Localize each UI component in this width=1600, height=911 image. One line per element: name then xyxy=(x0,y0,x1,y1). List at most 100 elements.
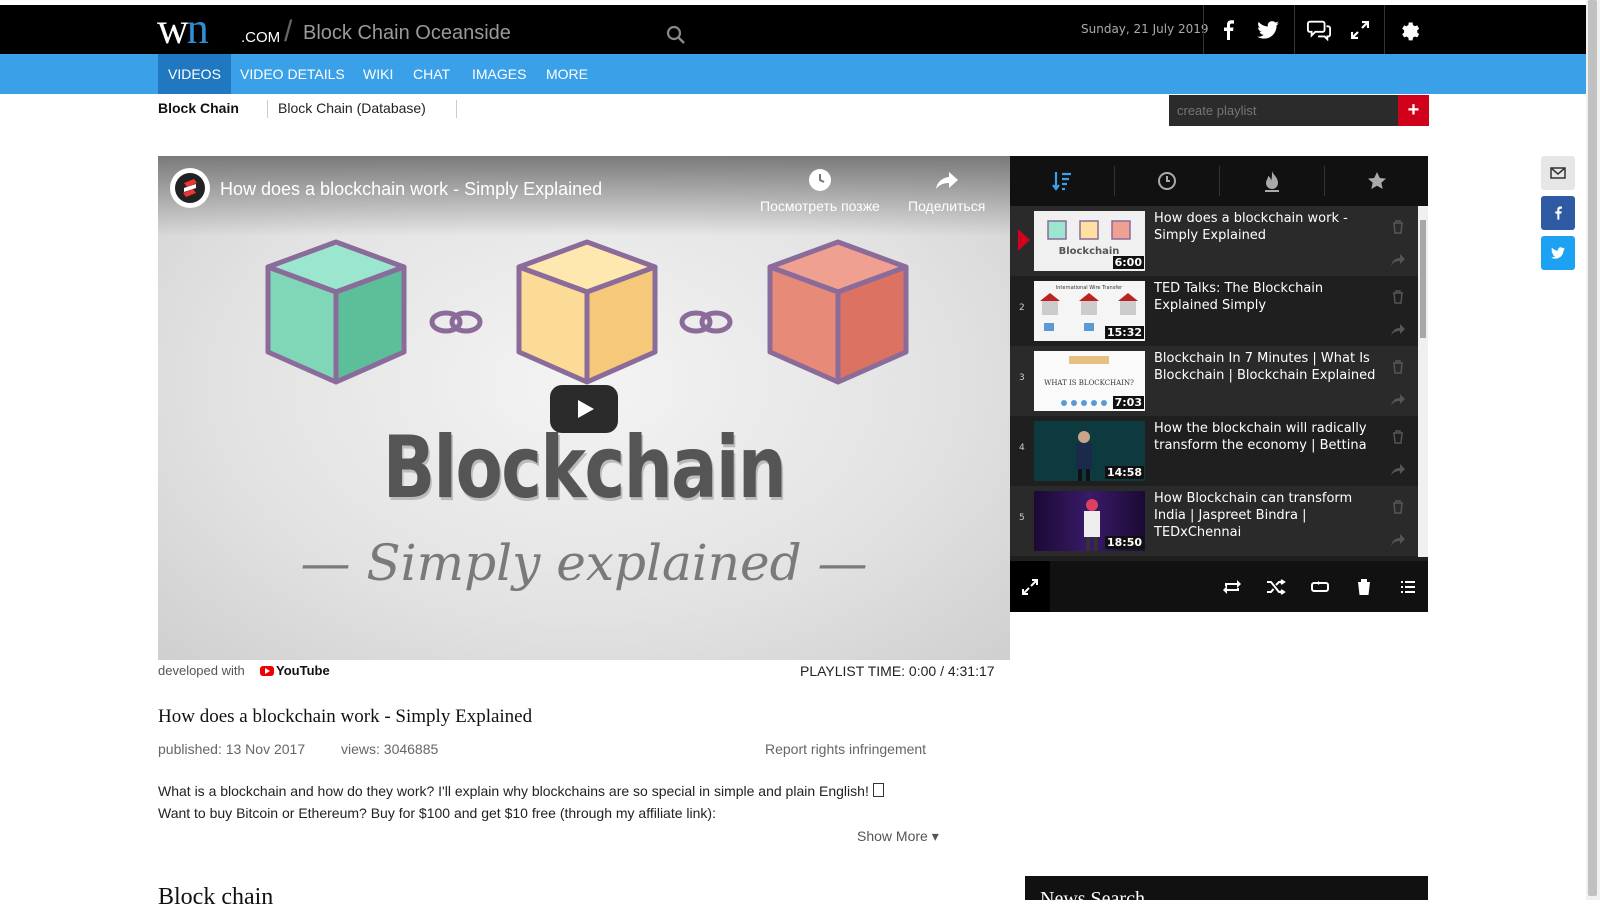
breadcrumb-block-chain[interactable]: Block Chain xyxy=(158,100,239,116)
video-duration: 18:50 xyxy=(1104,536,1144,549)
mail-icon xyxy=(1550,167,1566,179)
cube-red xyxy=(767,239,909,385)
shuffle-button[interactable] xyxy=(1264,575,1288,599)
thumb-text-1: Blockchain xyxy=(1059,246,1120,257)
wn-logo[interactable]: wn xyxy=(157,7,209,51)
video-duration: 6:00 xyxy=(1112,256,1144,269)
playlist-item-title[interactable]: How Blockchain can transform India | Jas… xyxy=(1154,490,1384,541)
trash-icon[interactable] xyxy=(1392,360,1404,374)
share-icon[interactable] xyxy=(1390,323,1406,337)
share-icon[interactable] xyxy=(1390,253,1406,267)
divider xyxy=(267,100,268,118)
logo-com: .COM xyxy=(241,29,281,46)
chat-icon[interactable] xyxy=(1307,18,1331,42)
main-nav: VIDEOS VIDEO DETAILS WIKI CHAT IMAGES MO… xyxy=(0,54,1586,94)
trash-icon[interactable] xyxy=(1392,500,1404,514)
video-player[interactable]: How does a blockchain work - Simply Expl… xyxy=(158,156,1010,660)
playlist-list: Blockchain 6:00 How does a blockchain wo… xyxy=(1010,206,1418,557)
sort-icon xyxy=(1052,172,1071,191)
twitter-share-button[interactable] xyxy=(1541,236,1575,270)
twitter-icon[interactable] xyxy=(1256,18,1280,42)
add-playlist-button[interactable]: + xyxy=(1398,95,1429,126)
youtube-logo[interactable]: YouTube xyxy=(260,663,330,678)
page-scrollbar-thumb[interactable] xyxy=(1588,0,1597,896)
emoji-placeholder-icon xyxy=(872,783,884,797)
loop-button[interactable] xyxy=(1308,575,1332,599)
playlist-item-title[interactable]: How the blockchain will radically transf… xyxy=(1154,420,1384,454)
playlist-item[interactable]: 4 14:58 How the blockchain will radicall… xyxy=(1010,416,1418,486)
nav-video-details[interactable]: VIDEO DETAILS xyxy=(230,54,355,94)
video-thumbnail[interactable]: 14:58 xyxy=(1034,421,1145,481)
playlist-item-title[interactable]: How does a blockchain work - Simply Expl… xyxy=(1154,210,1384,244)
search-icon[interactable] xyxy=(666,25,686,45)
video-thumbnail[interactable]: 18:50 xyxy=(1034,491,1145,551)
logo-slash: / xyxy=(284,15,293,48)
email-share-button[interactable] xyxy=(1541,156,1575,190)
expand-playlist-button[interactable] xyxy=(1010,561,1050,612)
trash-icon[interactable] xyxy=(1392,220,1404,234)
youtube-label: YouTube xyxy=(276,663,330,678)
tab-recent[interactable] xyxy=(1115,156,1219,206)
share-icon[interactable] xyxy=(1390,463,1406,477)
nav-images[interactable]: IMAGES xyxy=(462,54,536,94)
thumb-text-2: International Wire Transfer xyxy=(1056,285,1123,291)
date-label: Sunday, 21 July 2019 xyxy=(1081,22,1209,36)
create-playlist-input[interactable] xyxy=(1177,95,1397,126)
video-thumbnail[interactable]: International Wire Transfer 15:32 xyxy=(1034,281,1145,341)
playlist-item[interactable]: 5 18:50 How Blockchain can transform Ind… xyxy=(1010,486,1418,556)
nav-chat[interactable]: CHAT xyxy=(403,54,460,94)
playlist-item[interactable]: Blockchain 6:00 How does a blockchain wo… xyxy=(1010,206,1418,276)
video-duration: 7:03 xyxy=(1112,396,1144,409)
playlist-scrollbar[interactable] xyxy=(1418,206,1428,557)
now-playing-indicator xyxy=(1018,229,1030,251)
playlist-item-title[interactable]: Blockchain In 7 Minutes | What Is Blockc… xyxy=(1154,350,1384,384)
show-more-button[interactable]: Show More ▾ xyxy=(857,828,939,845)
trash-icon[interactable] xyxy=(1392,430,1404,444)
video-title: How does a blockchain work - Simply Expl… xyxy=(158,706,533,727)
play-button[interactable] xyxy=(550,385,618,433)
fullscreen-icon[interactable] xyxy=(1348,18,1372,42)
nav-wiki[interactable]: WIKI xyxy=(353,54,403,94)
tab-hot[interactable] xyxy=(1220,156,1324,206)
share-icon[interactable] xyxy=(1390,393,1406,407)
page-scrollbar[interactable] xyxy=(1586,0,1600,900)
video-duration: 14:58 xyxy=(1104,466,1144,479)
facebook-icon[interactable] xyxy=(1216,18,1240,42)
repeat-button[interactable] xyxy=(1220,575,1244,599)
thumbnail-big-word: Blockchain xyxy=(382,418,787,518)
nav-more[interactable]: MORE xyxy=(536,54,598,94)
expand-icon xyxy=(1022,578,1038,595)
video-thumbnail[interactable]: Blockchain 6:00 xyxy=(1034,211,1145,271)
description-line-2: Want to buy Bitcoin or Ethereum? Buy for… xyxy=(158,805,716,821)
top-bar: wn .COM / Block Chain Oceanside Sunday, … xyxy=(0,5,1586,54)
playlist-item[interactable]: 2 International Wire Transfer 15:32 TED … xyxy=(1010,276,1418,346)
playlist-item[interactable]: 3 WHAT IS BLOCKCHAIN? 7:03 Blockchain In… xyxy=(1010,346,1418,416)
playlist-scrollbar-thumb[interactable] xyxy=(1420,220,1426,338)
playlist-item-number: 2 xyxy=(1019,303,1025,313)
clear-playlist-button[interactable] xyxy=(1352,575,1376,599)
facebook-share-button[interactable] xyxy=(1541,196,1575,230)
playlist-item-number: 4 xyxy=(1019,443,1025,453)
divider xyxy=(1294,5,1295,54)
nav-videos[interactable]: VIDEOS xyxy=(158,54,231,94)
twitter-icon xyxy=(1551,247,1565,259)
site-title[interactable]: Block Chain Oceanside xyxy=(303,22,511,45)
playlist-item-title[interactable]: TED Talks: The Blockchain Explained Simp… xyxy=(1154,280,1384,314)
breadcrumb-database[interactable]: Block Chain (Database) xyxy=(278,100,426,116)
tab-sort[interactable] xyxy=(1010,156,1114,206)
clock-icon xyxy=(1158,172,1176,190)
list-view-button[interactable] xyxy=(1396,575,1420,599)
share-icon[interactable] xyxy=(1390,533,1406,547)
report-rights-link[interactable]: Report rights infringement xyxy=(765,741,926,757)
video-thumbnail[interactable]: WHAT IS BLOCKCHAIN? 7:03 xyxy=(1034,351,1145,411)
trash-icon[interactable] xyxy=(1392,290,1404,304)
youtube-icon xyxy=(260,666,274,676)
thumb-text-3: WHAT IS BLOCKCHAIN? xyxy=(1044,379,1134,387)
divider xyxy=(456,100,457,118)
tab-favorites[interactable] xyxy=(1325,156,1429,206)
gear-icon[interactable] xyxy=(1397,18,1421,42)
playlist-panel: Blockchain 6:00 How does a blockchain wo… xyxy=(1010,156,1428,612)
description-line-1: What is a blockchain and how do they wor… xyxy=(158,783,873,799)
chain-link-2 xyxy=(679,310,733,334)
cube-yellow xyxy=(516,239,658,385)
